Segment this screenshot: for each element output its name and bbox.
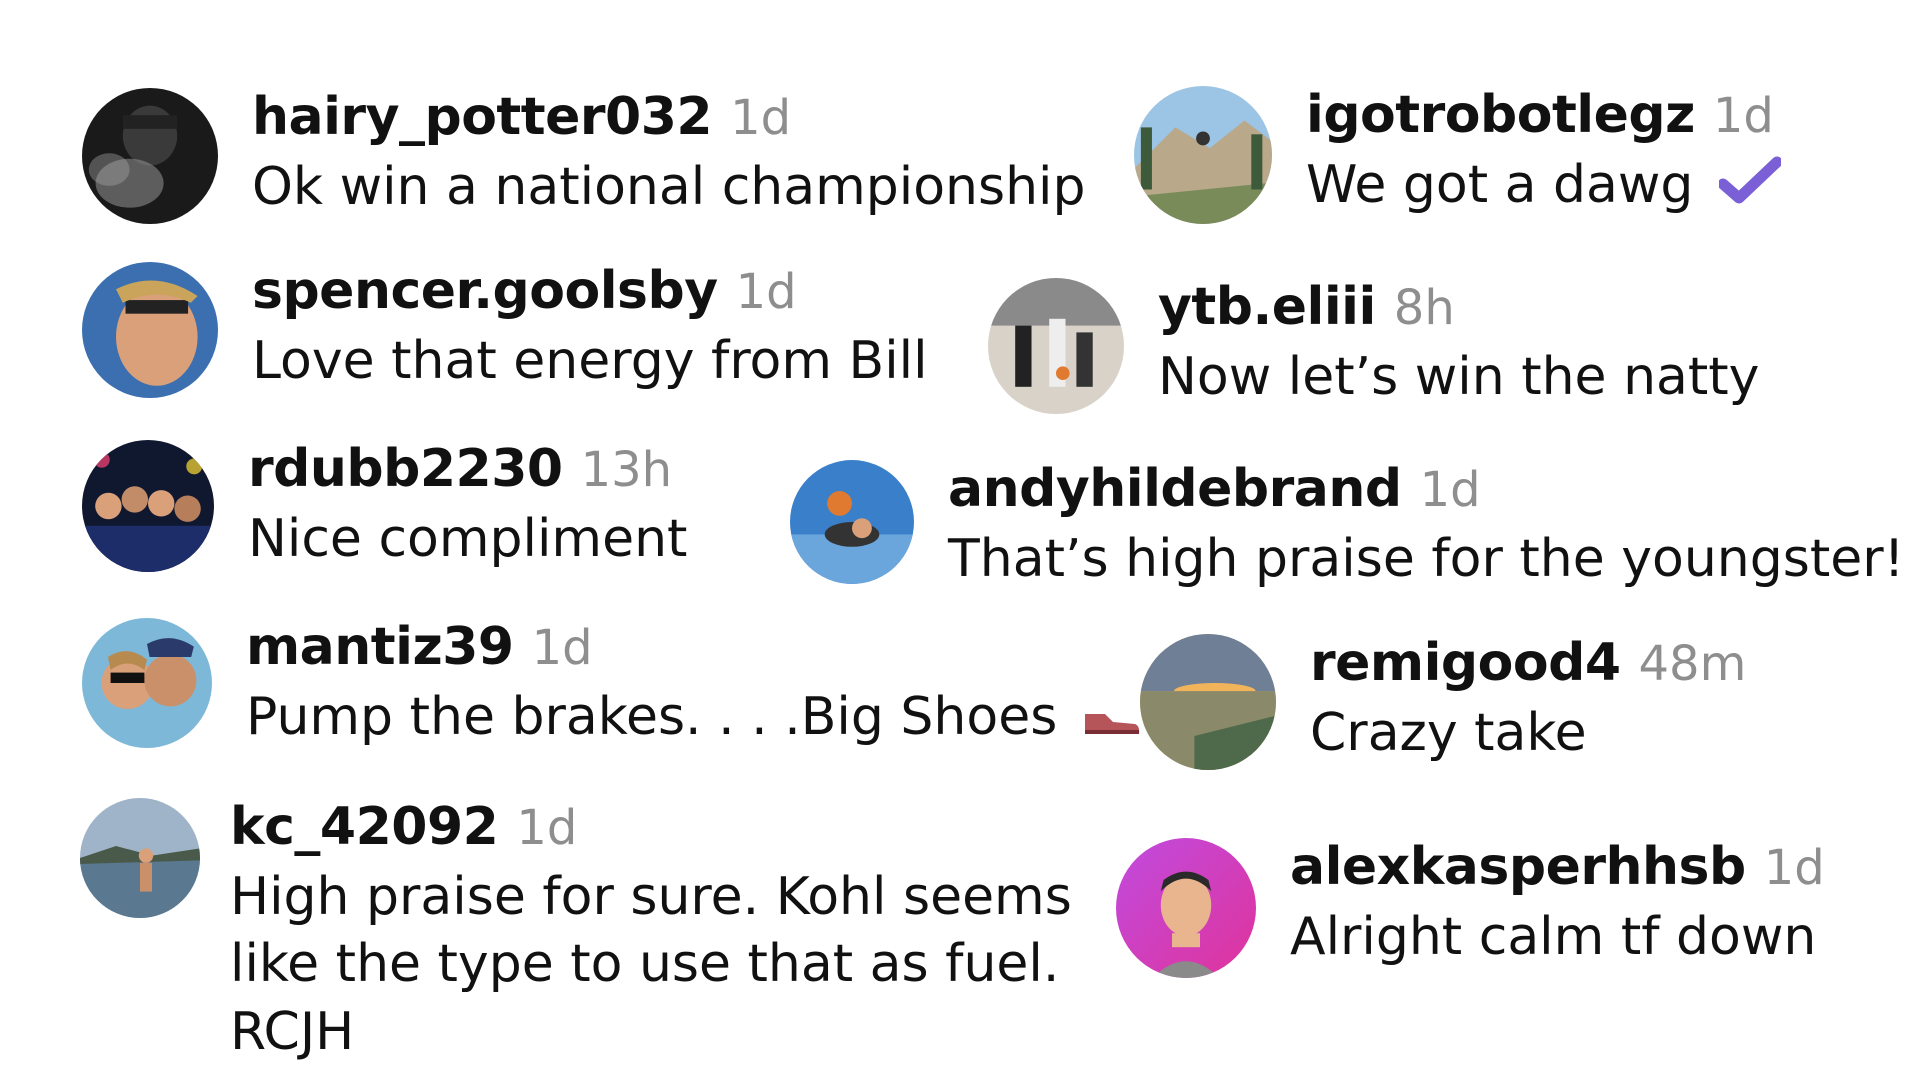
comment-item: mantiz39 1d Pump the brakes. . . .Big Sho… [82,617,1141,754]
username-link[interactable]: mantiz39 [246,617,514,677]
timestamp: 8h [1393,280,1455,336]
comment-text: We got a dawg [1306,152,1783,222]
check-mark-icon [1717,154,1783,222]
comment-header: hairy_potter032 1d [252,87,1086,148]
timestamp: 13h [580,442,673,498]
avatar-image [82,88,218,224]
comment-header: kc_42092 1d [230,797,1110,858]
avatar[interactable] [1116,838,1256,978]
comment-header: ytb.eliii 8h [1158,277,1759,338]
username-link[interactable]: ytb.eliii [1158,277,1376,337]
comment-header: andyhildebrand 1d [948,459,1904,520]
comment-item: hairy_potter032 1d Ok win a national cham… [82,87,1086,224]
timestamp: 1d [1419,462,1481,518]
comment-text: That’s high praise for the youngster! [948,528,1905,589]
comment-text: Now let’s win the natty [1158,346,1760,407]
comment-header: igotrobotlegz 1d [1306,85,1781,146]
comment-header: remigood4 48m [1310,633,1747,694]
avatar-image [988,278,1124,414]
comment-item: andyhildebrand 1d That’s high praise for … [790,459,1905,593]
username-link[interactable]: rdubb2230 [248,439,563,499]
comment-text: Alright calm tf down [1290,906,1817,967]
comment-body: rdubb2230 13h Nice compliment [248,439,688,573]
comment-header: mantiz39 1d [246,617,1141,678]
avatar-image [1134,86,1272,224]
comment-item: ytb.eliii 8h Now let’s win the natty [988,277,1760,414]
avatar-image [1116,838,1256,978]
timestamp: 1d [730,90,792,146]
timestamp: 1d [735,264,797,320]
comment-text: Ok win a national championship [252,156,1086,217]
comment-item: igotrobotlegz 1d We got a dawg [1134,85,1783,224]
comment-body: remigood4 48m Crazy take [1310,633,1747,767]
comment-item: remigood4 48m Crazy take [1140,633,1747,770]
avatar[interactable] [82,262,218,398]
username-link[interactable]: igotrobotlegz [1306,85,1695,145]
timestamp: 1d [516,800,578,856]
shoe-icon [1083,686,1141,754]
comment-text-content: We got a dawg [1306,154,1694,215]
username-link[interactable]: kc_42092 [230,797,499,857]
timestamp: 1d [1763,840,1825,896]
comment-header: alexkasperhhsb 1d [1290,837,1825,898]
avatar[interactable] [1134,86,1272,224]
comment-text: Love that energy from Bill [252,330,928,391]
avatar-image [80,798,200,918]
username-link[interactable]: alexkasperhhsb [1290,837,1746,897]
comment-body: kc_42092 1d High praise for sure. Kohl se… [230,797,1110,1067]
username-link[interactable]: spencer.goolsby [252,261,718,321]
comment-item: rdubb2230 13h Nice compliment [82,439,688,573]
comment-item: alexkasperhhsb 1d Alright calm tf down [1116,837,1825,978]
avatar[interactable] [82,440,214,572]
avatar[interactable] [80,798,200,918]
comment-body: mantiz39 1d Pump the brakes. . . .Big Sho… [246,617,1141,754]
avatar[interactable] [790,460,914,584]
avatar-image [82,262,218,398]
comment-body: hairy_potter032 1d Ok win a national cham… [252,87,1086,221]
comment-body: igotrobotlegz 1d We got a dawg [1306,85,1783,222]
avatar[interactable] [82,88,218,224]
comment-header: rdubb2230 13h [248,439,687,500]
timestamp: 48m [1638,636,1747,692]
avatar[interactable] [1140,634,1276,770]
comment-text: Pump the brakes. . . .Big Shoes [246,684,1141,754]
timestamp: 1d [531,620,593,676]
avatar[interactable] [82,618,212,748]
comment-text: Nice compliment [248,508,688,569]
avatar-image [82,440,214,572]
avatar-image [1140,634,1276,770]
avatar-image [790,460,914,584]
comment-item: spencer.goolsby 1d Love that energy from … [82,261,928,398]
comment-text: Crazy take [1310,702,1587,763]
username-link[interactable]: andyhildebrand [948,459,1402,519]
comment-body: andyhildebrand 1d That’s high praise for … [948,459,1905,593]
username-link[interactable]: hairy_potter032 [252,87,713,147]
avatar[interactable] [988,278,1124,414]
comment-body: spencer.goolsby 1d Love that energy from … [252,261,928,395]
comment-item: kc_42092 1d High praise for sure. Kohl se… [80,797,1110,1067]
timestamp: 1d [1712,88,1774,144]
avatar-image [82,618,212,748]
comment-header: spencer.goolsby 1d [252,261,928,322]
comment-body: ytb.eliii 8h Now let’s win the natty [1158,277,1760,411]
comment-body: alexkasperhhsb 1d Alright calm tf down [1290,837,1825,971]
username-link[interactable]: remigood4 [1310,633,1621,693]
comment-text-content: Pump the brakes. . . .Big Shoes [246,686,1058,747]
comment-text: High praise for sure. Kohl seems like th… [230,866,1072,1062]
